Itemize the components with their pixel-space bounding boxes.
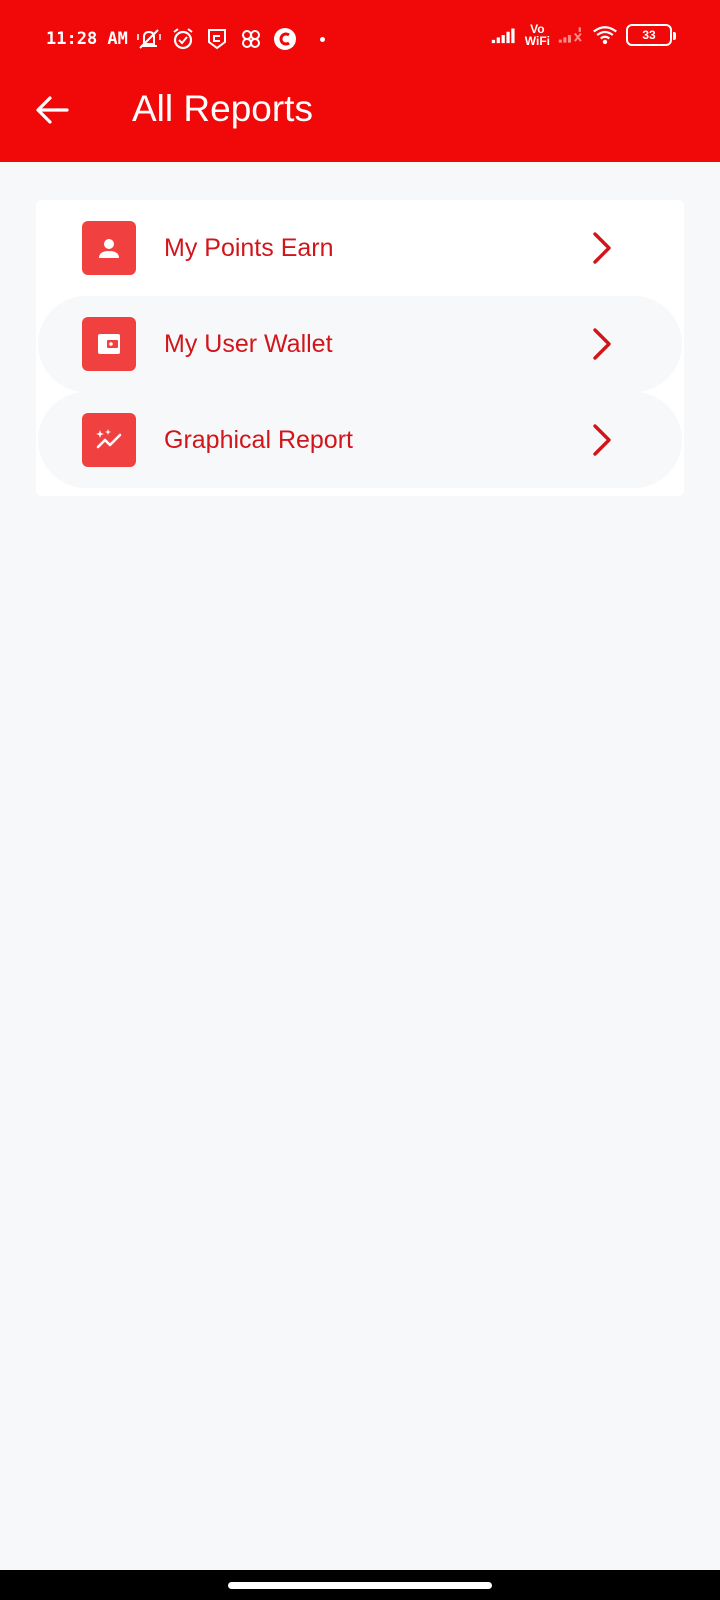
chevron-right-icon <box>590 422 614 458</box>
alarm-icon <box>170 26 196 52</box>
vowifi-label: Vo WiFi <box>525 23 550 47</box>
battery-level: 33 <box>642 28 656 42</box>
status-bar: 11:28 AM Vo WiFi 33 <box>0 0 720 80</box>
arrow-left-icon <box>35 95 69 130</box>
chevron-right-icon <box>590 326 614 362</box>
status-left: 11:28 AM <box>46 26 325 52</box>
report-row-wallet[interactable]: My User Wallet <box>38 296 682 392</box>
status-right: Vo WiFi 33 <box>491 22 676 48</box>
status-time: 11:28 AM <box>46 29 128 49</box>
vowifi-bottom: WiFi <box>524 34 550 48</box>
reports-card: My Points Earn My User Wallet Graphical … <box>36 200 684 496</box>
signal-icon <box>491 22 517 48</box>
back-button[interactable] <box>28 90 76 134</box>
chevron-right-icon <box>590 230 614 266</box>
report-label: My Points Earn <box>164 233 334 262</box>
home-gesture-handle[interactable] <box>228 1582 492 1589</box>
mute-vibrate-icon <box>136 26 162 52</box>
page-title: All Reports <box>132 88 313 129</box>
report-label: My User Wallet <box>164 329 333 358</box>
wifi-icon <box>592 22 618 48</box>
notification-dot-icon <box>319 36 325 42</box>
signal-disabled-icon <box>558 22 584 48</box>
battery-icon: 33 <box>626 24 676 46</box>
wallet-icon <box>82 317 136 371</box>
c-app-icon <box>272 26 298 52</box>
system-nav-bar <box>0 1570 720 1600</box>
report-label: Graphical Report <box>164 425 353 454</box>
report-row-points[interactable]: My Points Earn <box>36 200 684 296</box>
person-icon <box>82 221 136 275</box>
sparkle-chart-icon <box>82 413 136 467</box>
pocket-app-icon <box>204 26 230 52</box>
app-bar: 11:28 AM Vo WiFi 33 All Reports <box>0 0 720 162</box>
report-row-graphical[interactable]: Graphical Report <box>38 392 682 488</box>
pinwheel-icon <box>238 26 264 52</box>
